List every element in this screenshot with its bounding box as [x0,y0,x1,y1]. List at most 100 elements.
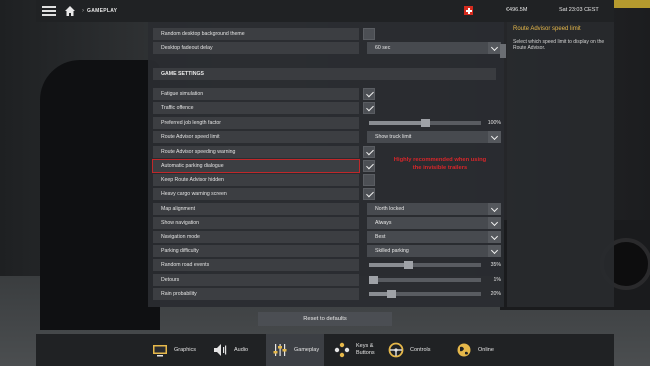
tab-gameplay[interactable]: Gameplay [266,334,324,366]
recommendation-note-line-1: Highly recommended when using [393,157,487,163]
rain-probability-slider[interactable]: 20% [367,288,501,300]
tab-graphics[interactable]: Graphics [146,334,202,366]
setting-row-route-advisor-speed-limit: Route Advisor speed limit Show truck limi… [153,131,501,143]
tab-controls[interactable]: Controls [382,334,444,366]
dropdown-value: Always [375,220,392,226]
chevron-down-icon[interactable] [488,217,501,229]
slider-value: 35% [490,262,501,268]
setting-label: Heavy cargo warning screen [153,188,359,200]
settings-scrollbar[interactable] [500,44,506,58]
setting-label: Automatic parking dialogue [152,159,360,173]
setting-label: Traffic offence [153,102,359,114]
chevron-down-icon[interactable] [488,203,501,215]
hamburger-menu-icon[interactable] [42,6,56,16]
game-time: Sat 23:03 CEST [559,7,599,13]
slider-fill [369,121,425,125]
tab-label: Online [478,347,494,353]
setting-row-traffic-offence: Traffic offence [153,102,501,114]
setting-row-random-desktop-background-theme: Random desktop background theme [153,28,501,40]
setting-label: Random desktop background theme [153,28,359,40]
tab-audio[interactable]: Audio [206,334,258,366]
speaker-icon [212,342,228,358]
chevron-down-icon[interactable] [488,245,501,257]
dropdown-value: 60 sec [375,45,391,51]
setting-row-preferred-job-length-factor: Preferred job length factor 100% [153,117,501,129]
tab-label: Controls [410,347,431,353]
setting-label: Map alignment [153,203,359,215]
slider-fill [369,263,409,267]
random-road-events-slider[interactable]: 35% [367,259,501,271]
tab-label: Gameplay [294,347,320,353]
slider-track[interactable] [369,276,481,284]
dropdown-value: Show truck limit [375,134,412,140]
setting-row-detours: Detours 1% [153,274,501,286]
slider-knob[interactable] [404,261,414,269]
setting-row-fatigue-simulation: Fatigue simulation [153,88,501,100]
bottom-tab-bar: Graphics Audio Gameplay Keys & Buttons Contr… [36,334,614,366]
route-advisor-speed-limit-dropdown[interactable]: Show truck limit [367,131,501,143]
setting-row-keep-route-advisor-hidden: Keep Route Advisor hidden [153,174,501,186]
steering-wheel-icon [388,342,404,358]
chevron-down-icon[interactable] [488,231,501,243]
setting-label: Rain probability [153,288,359,300]
map-alignment-dropdown[interactable]: North locked [367,203,501,215]
slider-value: 100% [487,120,501,126]
random-desktop-background-theme-checkbox[interactable] [363,28,375,40]
info-panel: Route Advisor speed limit Select which s… [507,22,614,307]
globe-icon [456,342,472,358]
section-header-game-settings: GAME SETTINGS [153,68,496,80]
setting-row-parking-difficulty: Parking difficulty Skilled parking [153,245,501,257]
gamepad-buttons-icon [334,342,350,358]
reset-to-defaults-button[interactable]: Reset to defaults [258,312,392,326]
slider-value: 1% [493,277,502,283]
slider-knob[interactable] [369,276,378,284]
setting-label: Route Advisor speeding warning [153,146,359,158]
setting-label: Parking difficulty [153,245,359,257]
preferred-job-length-factor-slider[interactable]: 100% [367,117,501,129]
heavy-cargo-warning-screen-checkbox[interactable] [363,188,375,200]
setting-row-desktop-fadeout-delay: Desktop fadeout delay 60 sec [153,42,501,54]
traffic-offence-checkbox[interactable] [363,102,375,114]
chevron-down-icon[interactable] [488,131,501,143]
navigation-mode-dropdown[interactable]: Best [367,231,501,243]
parking-difficulty-dropdown[interactable]: Skilled parking [367,245,501,257]
fatigue-simulation-checkbox[interactable] [363,88,375,100]
info-title: Route Advisor speed limit [513,26,581,32]
truck-cab-image [40,60,160,330]
dropdown-value: Best [375,234,386,240]
home-icon[interactable] [64,5,76,17]
slider-knob[interactable] [421,119,430,127]
desktop-fadeout-delay-dropdown[interactable]: 60 sec [367,42,501,54]
slider-track[interactable] [369,261,481,269]
keep-route-advisor-hidden-checkbox[interactable] [363,174,375,186]
recommendation-note: Highly recommended when using the invisi… [370,156,510,172]
slider-track[interactable] [369,119,481,127]
tab-label: Keys & Buttons [356,343,375,356]
dropdown-value: North locked [375,206,405,212]
setting-label: Desktop fadeout delay [153,42,359,54]
dropdown-value: Skilled parking [375,248,409,254]
setting-label: Show navigation [153,217,359,229]
slider-knob[interactable] [387,290,397,298]
setting-label: Navigation mode [153,231,359,243]
show-navigation-dropdown[interactable]: Always [367,217,501,229]
slider-track[interactable] [369,290,481,298]
slider-value: 20% [490,291,501,297]
setting-row-rain-probability: Rain probability 20% [153,288,501,300]
breadcrumb-chevron-icon: › [82,8,84,14]
setting-row-random-road-events: Random road events 35% [153,259,501,271]
setting-row-show-navigation: Show navigation Always [153,217,501,229]
detours-slider[interactable]: 1% [367,274,501,286]
tab-online[interactable]: Online [450,334,500,366]
tab-label: Graphics [174,347,197,353]
setting-label: Random road events [153,259,359,271]
setting-label: Keep Route Advisor hidden [153,174,359,186]
breadcrumb[interactable]: GAMEPLAY [87,8,117,14]
tab-keys-buttons[interactable]: Keys & Buttons [328,334,378,366]
info-description: Select which speed limit to display on t… [513,39,605,51]
tab-label: Audio [234,347,249,353]
recommendation-note-line-2: the invisible trailers [412,165,468,171]
swiss-flag-icon[interactable] [464,6,473,15]
setting-label: Route Advisor speed limit [153,131,359,143]
top-bar: › GAMEPLAY €496.5M Sat 23:03 CEST [36,0,614,22]
